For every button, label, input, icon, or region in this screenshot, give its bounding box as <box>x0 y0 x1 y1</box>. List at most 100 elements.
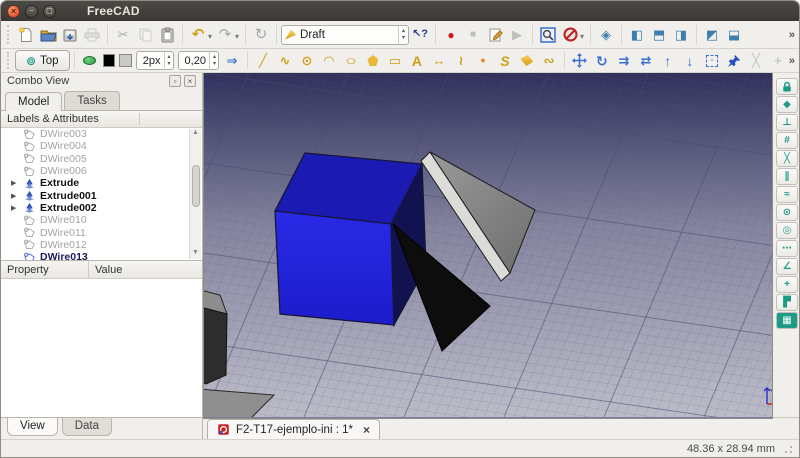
toolbar-overflow-button[interactable]: » <box>789 29 795 41</box>
draft-offset-button[interactable]: ⇉ <box>613 51 635 71</box>
macro-stop-button[interactable]: ■ <box>462 24 484 46</box>
view-rear-button[interactable]: ◩ <box>701 24 723 46</box>
face-color-swatch[interactable] <box>119 54 132 67</box>
snap-parallel-button[interactable]: ∥ <box>776 168 798 185</box>
draft-edit-button[interactable] <box>723 51 745 71</box>
tree-item-dwire010[interactable]: DWire010 <box>1 214 202 226</box>
draft-shapestring-button[interactable]: S <box>494 51 516 71</box>
workbench-selector[interactable]: Draft ▴▾ <box>281 25 409 45</box>
text-scale-spin-arrows[interactable]: ▴▾ <box>209 52 216 70</box>
open-document-button[interactable] <box>37 24 59 46</box>
snap-near-button[interactable]: ≈ <box>776 186 798 203</box>
tree-item-dwire003[interactable]: DWire003 <box>1 128 202 140</box>
whats-this-button[interactable]: ↖? <box>409 24 431 46</box>
window-maximize-button[interactable]: ◻ <box>43 5 56 18</box>
snap-ortho-button[interactable]: ⊙ <box>776 204 798 221</box>
view-top-button[interactable]: ⬒ <box>648 24 670 46</box>
draft-circle-button[interactable]: ⊙ <box>296 51 318 71</box>
toolbar-grip[interactable] <box>7 25 11 44</box>
draft-facebinder-button[interactable] <box>516 51 538 71</box>
working-plane-button[interactable]: ⊚ Top <box>15 50 70 71</box>
panel-float-button[interactable]: ▫ <box>169 75 181 87</box>
macro-play-button[interactable]: ▶ <box>506 24 528 46</box>
snap-endpoint-button[interactable]: ◆ <box>776 96 798 113</box>
draft-rectangle-button[interactable]: ▭ <box>384 51 406 71</box>
window-minimize-button[interactable]: − <box>25 5 38 18</box>
expander-icon[interactable]: ▶ <box>11 179 21 187</box>
copy-button[interactable] <box>134 24 156 46</box>
draft-polygon-button[interactable] <box>362 51 384 71</box>
draft-upgrade-button[interactable]: ↑ <box>657 51 679 71</box>
tree-item-extrude001[interactable]: ▶Extrude001 <box>1 189 202 201</box>
text-scale-spinner[interactable]: 0,20 ▴▾ <box>178 51 219 70</box>
gray-box-object[interactable] <box>204 290 227 384</box>
zoom-selection-button[interactable] <box>537 24 559 46</box>
snap-dimensions-button[interactable]: ⋯ <box>776 240 798 257</box>
construction-mode-button[interactable] <box>79 51 101 71</box>
paste-button[interactable] <box>156 24 178 46</box>
window-close-button[interactable]: × <box>7 5 20 18</box>
view-right-button[interactable]: ◨ <box>670 24 692 46</box>
navigation-style-button[interactable] <box>559 24 581 46</box>
line-color-swatch[interactable] <box>103 54 116 67</box>
tab-tasks[interactable]: Tasks <box>64 91 119 110</box>
apply-style-button[interactable]: ⇒ <box>221 51 243 71</box>
draft-bspline-button[interactable]: ≀ <box>450 51 472 71</box>
snap-intersection-button[interactable]: ╳ <box>776 150 798 167</box>
view-front-button[interactable]: ◧ <box>626 24 648 46</box>
snap-center-button[interactable]: ◎ <box>776 222 798 239</box>
resize-grip[interactable] <box>783 444 793 454</box>
undo-button[interactable]: ↶ <box>187 24 209 46</box>
draft-bezier-button[interactable]: ∾ <box>538 51 560 71</box>
scroll-down-icon[interactable]: ▼ <box>192 249 199 259</box>
macro-record-button[interactable]: ● <box>440 24 462 46</box>
print-button[interactable] <box>81 24 103 46</box>
draft-move-button[interactable] <box>569 51 591 71</box>
snap-lock-button[interactable] <box>776 78 798 95</box>
snap-midpoint-button[interactable]: ⊥ <box>776 114 798 131</box>
draft-text-button[interactable]: A <box>406 51 428 71</box>
draft-wire-button[interactable]: ∿ <box>274 51 296 71</box>
draft-point-button[interactable]: ● <box>472 51 494 71</box>
snap-angle-button[interactable]: ∠ <box>776 258 798 275</box>
tree-item-dwire006[interactable]: DWire006 <box>1 165 202 177</box>
draft-dimension-button[interactable]: ↔ <box>428 51 450 71</box>
refresh-button[interactable]: ↻ <box>250 24 272 46</box>
draft-arc-button[interactable]: ◠ <box>318 51 340 71</box>
line-width-spin-arrows[interactable]: ▴▾ <box>164 52 171 70</box>
toolbar-overflow-button[interactable]: » <box>789 55 795 67</box>
expander-icon[interactable]: ▶ <box>11 192 21 200</box>
toggle-grid-button[interactable]: ▦ <box>776 312 798 329</box>
tree-item-dwire013[interactable]: DWire013 <box>1 251 202 261</box>
tab-view[interactable]: View <box>7 418 58 436</box>
expander-icon[interactable]: ▶ <box>11 204 21 212</box>
save-button[interactable] <box>59 24 81 46</box>
draft-downgrade-button[interactable]: ↓ <box>679 51 701 71</box>
tree-item-dwire005[interactable]: DWire005 <box>1 153 202 165</box>
draft-scale-button[interactable]: ▫ <box>701 51 723 71</box>
redo-button[interactable]: ↷ <box>214 24 236 46</box>
tab-data[interactable]: Data <box>62 418 112 436</box>
property-table-body[interactable] <box>1 279 202 417</box>
snap-special-button[interactable]: + <box>776 276 798 293</box>
snap-grid-button[interactable]: # <box>776 132 798 149</box>
draft-line-button[interactable]: ╱ <box>252 51 274 71</box>
document-close-icon[interactable]: × <box>363 423 370 437</box>
draft-trimex-button[interactable]: ⇄ <box>635 51 657 71</box>
draft-ellipse-button[interactable]: ○ <box>340 51 362 71</box>
view-bottom-button[interactable]: ⬓ <box>723 24 745 46</box>
tree-item-dwire011[interactable]: DWire011 <box>1 226 202 238</box>
draft-addpoint-button[interactable]: + <box>767 51 789 71</box>
scroll-up-icon[interactable]: ▲ <box>192 129 199 139</box>
view-axonometric-button[interactable]: ◈ <box>595 24 617 46</box>
tree-item-dwire012[interactable]: DWire012 <box>1 239 202 251</box>
tab-model[interactable]: Model <box>5 92 62 111</box>
scrollbar-thumb[interactable] <box>192 165 200 207</box>
workbench-spinner[interactable]: ▴▾ <box>398 26 405 44</box>
snap-working-plane-button[interactable]: ▛ <box>776 294 798 311</box>
macro-edit-button[interactable] <box>484 24 506 46</box>
draft-rotate-button[interactable]: ↻ <box>591 51 613 71</box>
3d-viewport[interactable]: Y x <box>203 73 773 419</box>
toolbar-grip[interactable] <box>7 52 11 68</box>
tree-item-extrude002[interactable]: ▶Extrude002 <box>1 202 202 214</box>
